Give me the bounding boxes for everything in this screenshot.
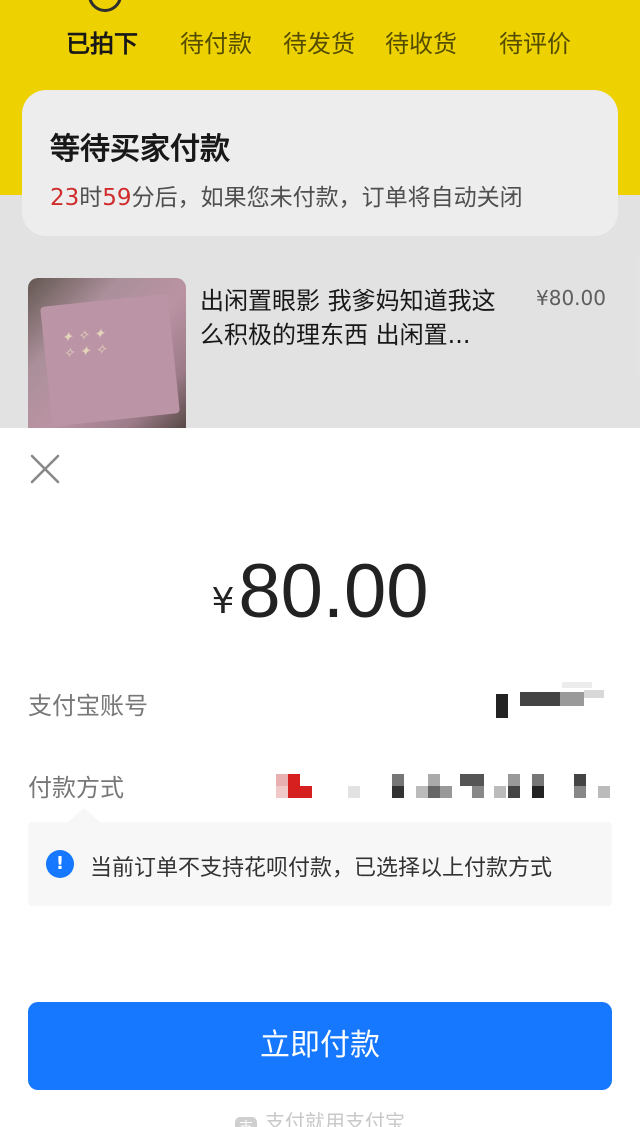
account-value-redacted[interactable]: [496, 682, 612, 722]
info-icon: !: [46, 850, 74, 878]
amount-value: 80.00: [238, 549, 429, 634]
payment-method-label: 付款方式: [28, 774, 124, 802]
notice-text: 当前订单不支持花呗付款，已选择以上付款方式: [90, 856, 553, 881]
alipay-footer: 支支付就用支付宝: [0, 1106, 640, 1127]
footer-text: 支付就用支付宝: [265, 1110, 405, 1127]
alipay-logo-icon: 支: [235, 1117, 257, 1127]
pay-now-button[interactable]: 立即付款: [28, 1002, 612, 1090]
currency-symbol: ¥: [211, 581, 235, 622]
close-button[interactable]: [28, 452, 62, 486]
order-page-background: 已拍下 待付款 待发货 待收货 待评价 等待买家付款 23时59分后，如果您未付…: [0, 0, 640, 430]
payment-sheet: ¥80.00 支付宝账号 付款方式 ! 当前订单不支持花呗付款，已选择以上付款方…: [0, 428, 640, 1127]
account-label: 支付宝账号: [28, 692, 148, 720]
payment-method-redacted[interactable]: [276, 768, 612, 804]
close-icon: [30, 454, 60, 484]
dim-overlay[interactable]: [0, 0, 640, 430]
huabei-notice: ! 当前订单不支持花呗付款，已选择以上付款方式: [28, 808, 612, 906]
payment-amount: ¥80.00: [0, 548, 640, 635]
